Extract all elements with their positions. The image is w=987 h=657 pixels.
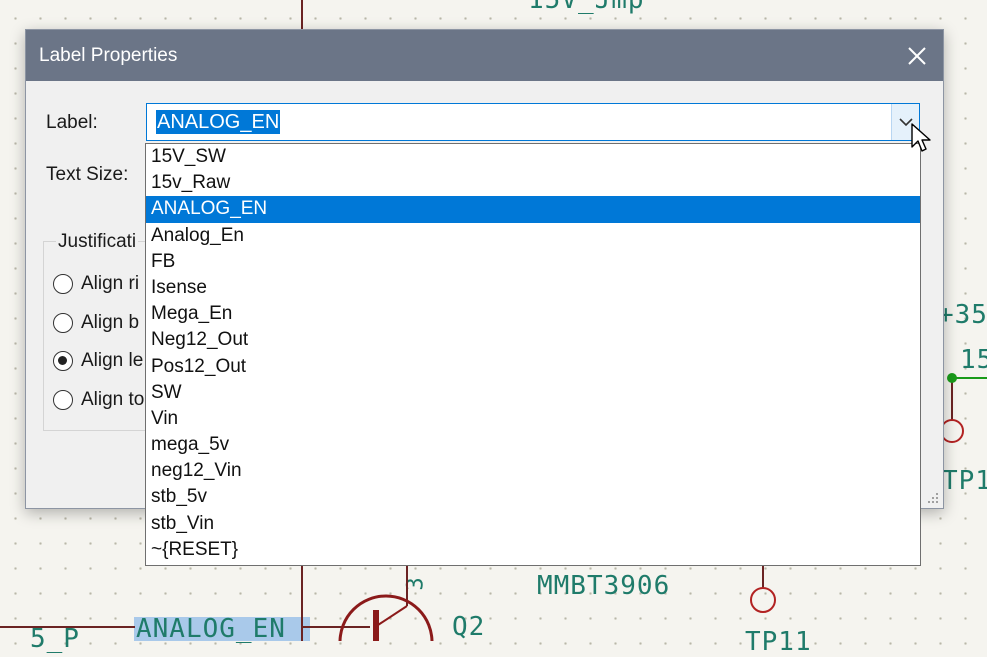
dialog-titlebar[interactable]: Label Properties xyxy=(26,30,943,81)
dropdown-option[interactable]: mega_5v xyxy=(146,432,920,458)
mouse-cursor-icon xyxy=(911,123,931,152)
dropdown-option[interactable]: Mega_En xyxy=(146,301,920,327)
radio-align-right[interactable]: Align ri xyxy=(53,271,139,297)
dropdown-option[interactable]: 15v_Raw xyxy=(146,170,920,196)
close-button[interactable] xyxy=(891,30,943,81)
label-field-label: Label: xyxy=(46,112,98,133)
radio-label: Align le xyxy=(81,350,144,371)
dropdown-option[interactable]: stb_5v xyxy=(146,484,920,510)
radio-button[interactable] xyxy=(53,390,73,410)
text-size-label: Text Size: xyxy=(46,164,129,185)
dropdown-option[interactable]: Pos12_Out xyxy=(146,354,920,380)
label-combobox-value[interactable]: ANALOG_EN xyxy=(156,110,281,134)
radio-button-checked[interactable] xyxy=(53,351,73,371)
radio-align-left[interactable]: Align le xyxy=(53,348,143,374)
label-combobox[interactable]: ANALOG_EN xyxy=(146,103,920,141)
dropdown-option[interactable]: Analog_En xyxy=(146,223,920,249)
dropdown-option[interactable]: Neg12_Out xyxy=(146,327,920,353)
resize-grip-icon[interactable] xyxy=(927,492,939,504)
close-icon xyxy=(908,46,926,65)
dropdown-option[interactable]: ~{RESET} xyxy=(146,537,920,563)
dropdown-option[interactable]: SW xyxy=(146,380,920,406)
radio-button[interactable] xyxy=(53,274,73,294)
dropdown-option[interactable]: Vin xyxy=(146,406,920,432)
dropdown-option-selected[interactable]: ANALOG_EN xyxy=(146,196,920,223)
radio-align-top[interactable]: Align to xyxy=(53,387,144,413)
dropdown-option[interactable]: Isense xyxy=(146,275,920,301)
radio-label: Align ri xyxy=(81,273,140,294)
radio-label: Align to xyxy=(81,389,145,410)
dialog-title: Label Properties xyxy=(39,45,178,66)
radio-button[interactable] xyxy=(53,313,73,333)
dropdown-option[interactable]: stb_Vin xyxy=(146,511,920,537)
dropdown-option[interactable]: 15V_SW xyxy=(146,144,920,170)
radio-label: Align b xyxy=(81,312,140,333)
radio-align-bottom[interactable]: Align b xyxy=(53,310,139,336)
label-dropdown-list[interactable]: 15V_SW 15v_Raw ANALOG_EN Analog_En FB Isense M… xyxy=(145,143,921,566)
dropdown-option[interactable]: neg12_Vin xyxy=(146,458,920,484)
justification-group-title: Justificati xyxy=(56,231,139,253)
dropdown-option[interactable]: FB xyxy=(146,249,920,275)
